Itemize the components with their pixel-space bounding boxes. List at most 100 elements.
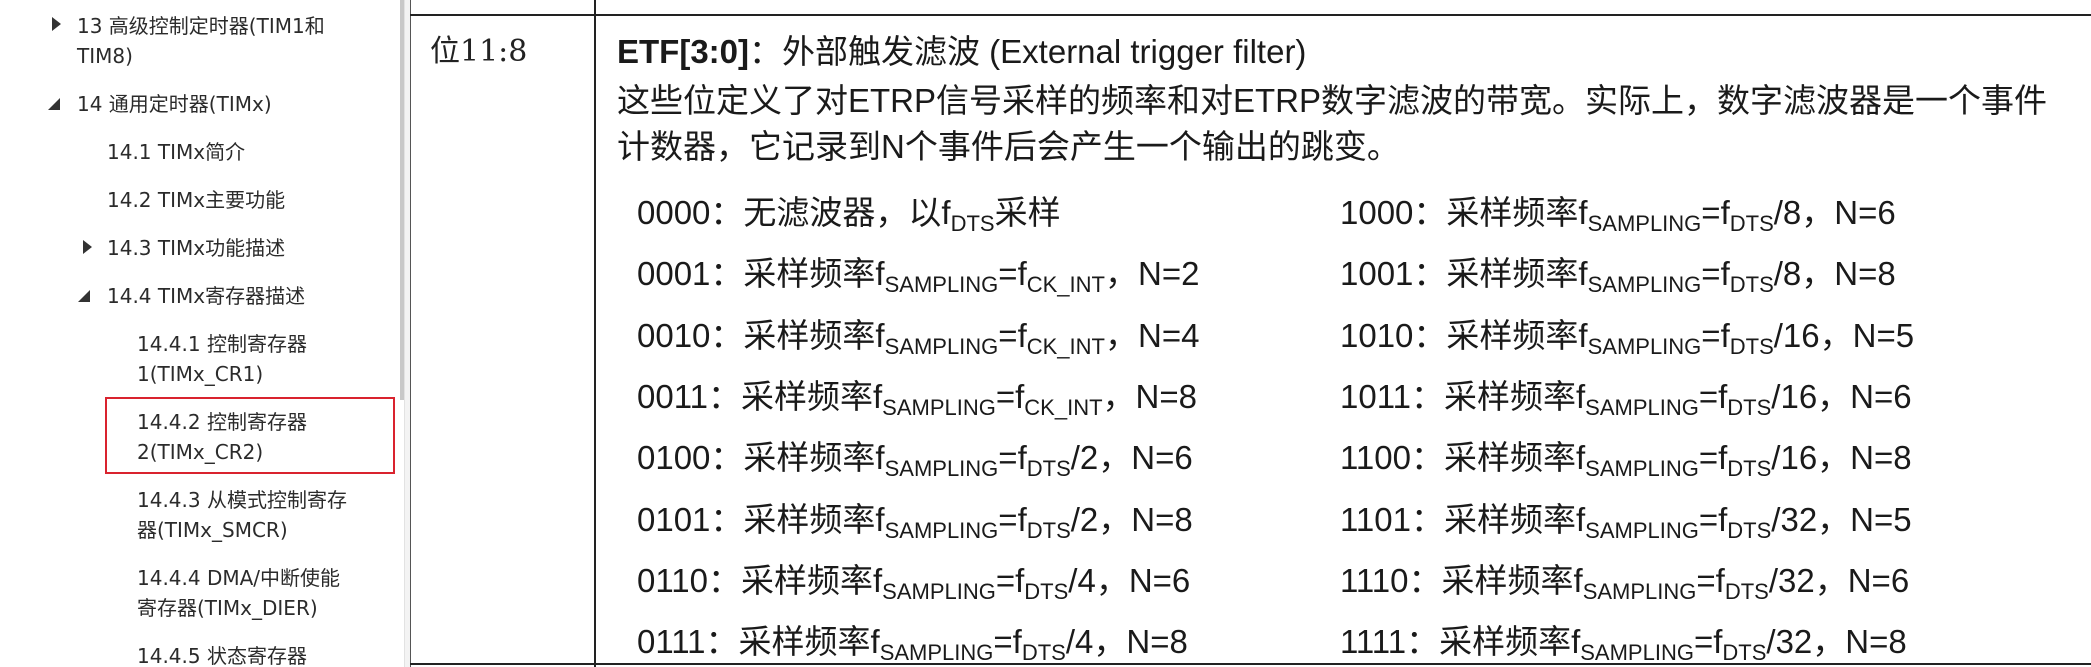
- option-text: =f: [998, 255, 1027, 293]
- option-text: =f: [1698, 500, 1728, 538]
- option-text: 采样频率f: [743, 439, 885, 477]
- collapse-arrow-icon[interactable]: [48, 98, 60, 110]
- toc-item-14-4-1[interactable]: 14.4.1 控制寄存器 1(TIMx_CR1): [137, 329, 307, 389]
- option-text: ，N=4: [1105, 316, 1200, 354]
- option-text: 采样频率f: [1446, 316, 1588, 354]
- subscript: DTS: [1727, 456, 1772, 482]
- toc-item-label-line2: 2(TIMx_CR2): [137, 440, 264, 464]
- toc-item-13[interactable]: 13 高级控制定时器(TIM1和 TIM8): [77, 11, 325, 71]
- option-text: =f: [1701, 255, 1730, 293]
- option-code: 0100：: [637, 439, 744, 477]
- option-text: /2，N=6: [1070, 439, 1193, 477]
- option-code: 0010：: [637, 316, 744, 354]
- option-text: ，N=8: [1102, 377, 1198, 415]
- toc-item-label: 14.4.5 状态寄存器: [137, 644, 307, 667]
- subscript: SAMPLING: [884, 456, 999, 482]
- subscript: SAMPLING: [884, 272, 999, 298]
- option-text: 采样频率f: [740, 561, 883, 599]
- toc-item-label: 14.1 TIMx简介: [107, 140, 246, 164]
- option-text: /16，N=5: [1773, 316, 1915, 354]
- subscript: DTS: [1729, 333, 1774, 359]
- option-text: /16，N=8: [1771, 439, 1912, 477]
- filter-option-row: 1100：采样频率fSAMPLING=fDTS/16，N=8: [1340, 431, 1912, 482]
- option-text: =f: [995, 377, 1025, 415]
- toc-item-14-4-4[interactable]: 14.4.4 DMA/中断使能 寄存器(TIMx_DIER): [137, 563, 340, 623]
- option-text: =f: [998, 439, 1027, 477]
- expand-arrow-icon[interactable]: [83, 240, 92, 254]
- subscript: SAMPLING: [1587, 211, 1702, 236]
- filter-option-row: 0011：采样频率fSAMPLING=fCK_INT，N=8: [637, 370, 1198, 420]
- option-text: =f: [998, 500, 1027, 538]
- option-text: ，N=2: [1105, 255, 1200, 293]
- toc-item-14-1[interactable]: 14.1 TIMx简介: [107, 137, 245, 167]
- toc-item-label: 14.4 TIMx寄存器描述: [107, 284, 306, 308]
- toc-item-label: 14.2 TIMx主要功能: [107, 188, 286, 212]
- option-text: =f: [1693, 623, 1723, 661]
- option-code: 0000：: [637, 194, 744, 231]
- subscript: DTS: [1021, 640, 1066, 666]
- option-text: 采样频率f: [1446, 255, 1588, 293]
- filter-option-row: 1110：采样频率fSAMPLING=fDTS/32，N=6: [1340, 554, 1909, 604]
- option-text: /16，N=6: [1771, 377, 1912, 415]
- subscript: SAMPLING: [884, 517, 999, 543]
- option-text: 采样频率f: [743, 255, 885, 293]
- subscript: DTS: [1729, 211, 1774, 236]
- expand-arrow-icon[interactable]: [52, 17, 61, 31]
- option-code: 1001：: [1340, 255, 1447, 293]
- filter-option-row: 0001：采样频率fSAMPLING=fCK_INT，N=2: [637, 247, 1200, 298]
- subscript: DTS: [1722, 640, 1767, 666]
- option-code: 1101：: [1340, 500, 1444, 538]
- subscript: SAMPLING: [1580, 640, 1694, 666]
- subscript: DTS: [1727, 394, 1772, 420]
- subscript: CK_INT: [1026, 333, 1105, 359]
- subscript: DTS: [1729, 272, 1774, 298]
- toc-item-14-2[interactable]: 14.2 TIMx主要功能: [107, 185, 285, 215]
- toc-item-label-line2: TIM8): [77, 44, 133, 68]
- subscript: SAMPLING: [882, 578, 996, 604]
- option-code: 1011：: [1340, 377, 1444, 415]
- option-text: /4，N=6: [1068, 561, 1191, 599]
- option-text: 采样频率f: [1443, 500, 1586, 538]
- option-text: 采样频率f: [1446, 194, 1588, 231]
- subscript: DTS: [1724, 578, 1769, 604]
- toc-item-14[interactable]: 14 通用定时器(TIMx): [77, 89, 272, 119]
- option-code: 0111：: [637, 623, 739, 661]
- option-text: =f: [993, 623, 1022, 661]
- subscript: CK_INT: [1026, 272, 1105, 298]
- filter-option-row: 1000：采样频率fSAMPLING=fDTS/8，N=6: [1340, 186, 1896, 236]
- subscript: DTS: [1024, 578, 1069, 604]
- toc-item-label: 13 高级控制定时器(TIM1和: [77, 14, 325, 38]
- toc-item-14-3[interactable]: 14.3 TIMx功能描述: [107, 233, 285, 263]
- toc-item-label-line2: 寄存器(TIMx_DIER): [137, 596, 318, 620]
- filter-option-row: 1111：采样频率fSAMPLING=fDTS/32，N=8: [1340, 615, 1907, 666]
- option-code: 1100：: [1340, 439, 1444, 477]
- option-text: 采样频率f: [1443, 377, 1586, 415]
- toc-item-label: 14 通用定时器(TIMx): [77, 92, 272, 116]
- toc-item-14-4-2[interactable]: 14.4.2 控制寄存器 2(TIMx_CR2): [137, 407, 307, 467]
- toc-item-14-4[interactable]: 14.4 TIMx寄存器描述: [107, 281, 305, 311]
- subscript: DTS: [1727, 517, 1772, 543]
- option-text: 无滤波器，以f: [743, 194, 951, 231]
- table-top-border: [410, 14, 2091, 16]
- collapse-arrow-icon[interactable]: [78, 290, 90, 302]
- subscript: SAMPLING: [1582, 578, 1697, 604]
- table-bottom-border: [410, 663, 2091, 665]
- subscript: SAMPLING: [884, 333, 999, 359]
- toc-item-14-4-3[interactable]: 14.4.3 从模式控制寄存 器(TIMx_SMCR): [137, 485, 347, 545]
- option-text: 采样频率f: [743, 316, 885, 354]
- subscript: SAMPLING: [879, 640, 994, 666]
- option-code: 0011：: [637, 377, 741, 415]
- subscript: CK_INT: [1024, 394, 1103, 420]
- filter-option-row: 0100：采样频率fSAMPLING=fDTS/2，N=6: [637, 431, 1193, 482]
- filter-option-row: 1101：采样频率fSAMPLING=fDTS/32，N=5: [1340, 493, 1912, 543]
- toc-item-14-4-5[interactable]: 14.4.5 状态寄存器: [137, 641, 307, 667]
- option-code: 1000：: [1340, 194, 1447, 231]
- option-text: 采样频率f: [740, 377, 883, 415]
- subscript: DTS: [1026, 517, 1071, 543]
- toc-item-label: 14.4.1 控制寄存器: [137, 332, 307, 356]
- filter-option-row: 1001：采样频率fSAMPLING=fDTS/8，N=8: [1340, 247, 1896, 298]
- filter-option-row: 0111：采样频率fSAMPLING=fDTS/4，N=8: [637, 615, 1188, 666]
- option-code: 0001：: [637, 255, 744, 293]
- field-name: ETF[3:0]: [617, 33, 749, 70]
- subscript: DTS: [950, 211, 995, 236]
